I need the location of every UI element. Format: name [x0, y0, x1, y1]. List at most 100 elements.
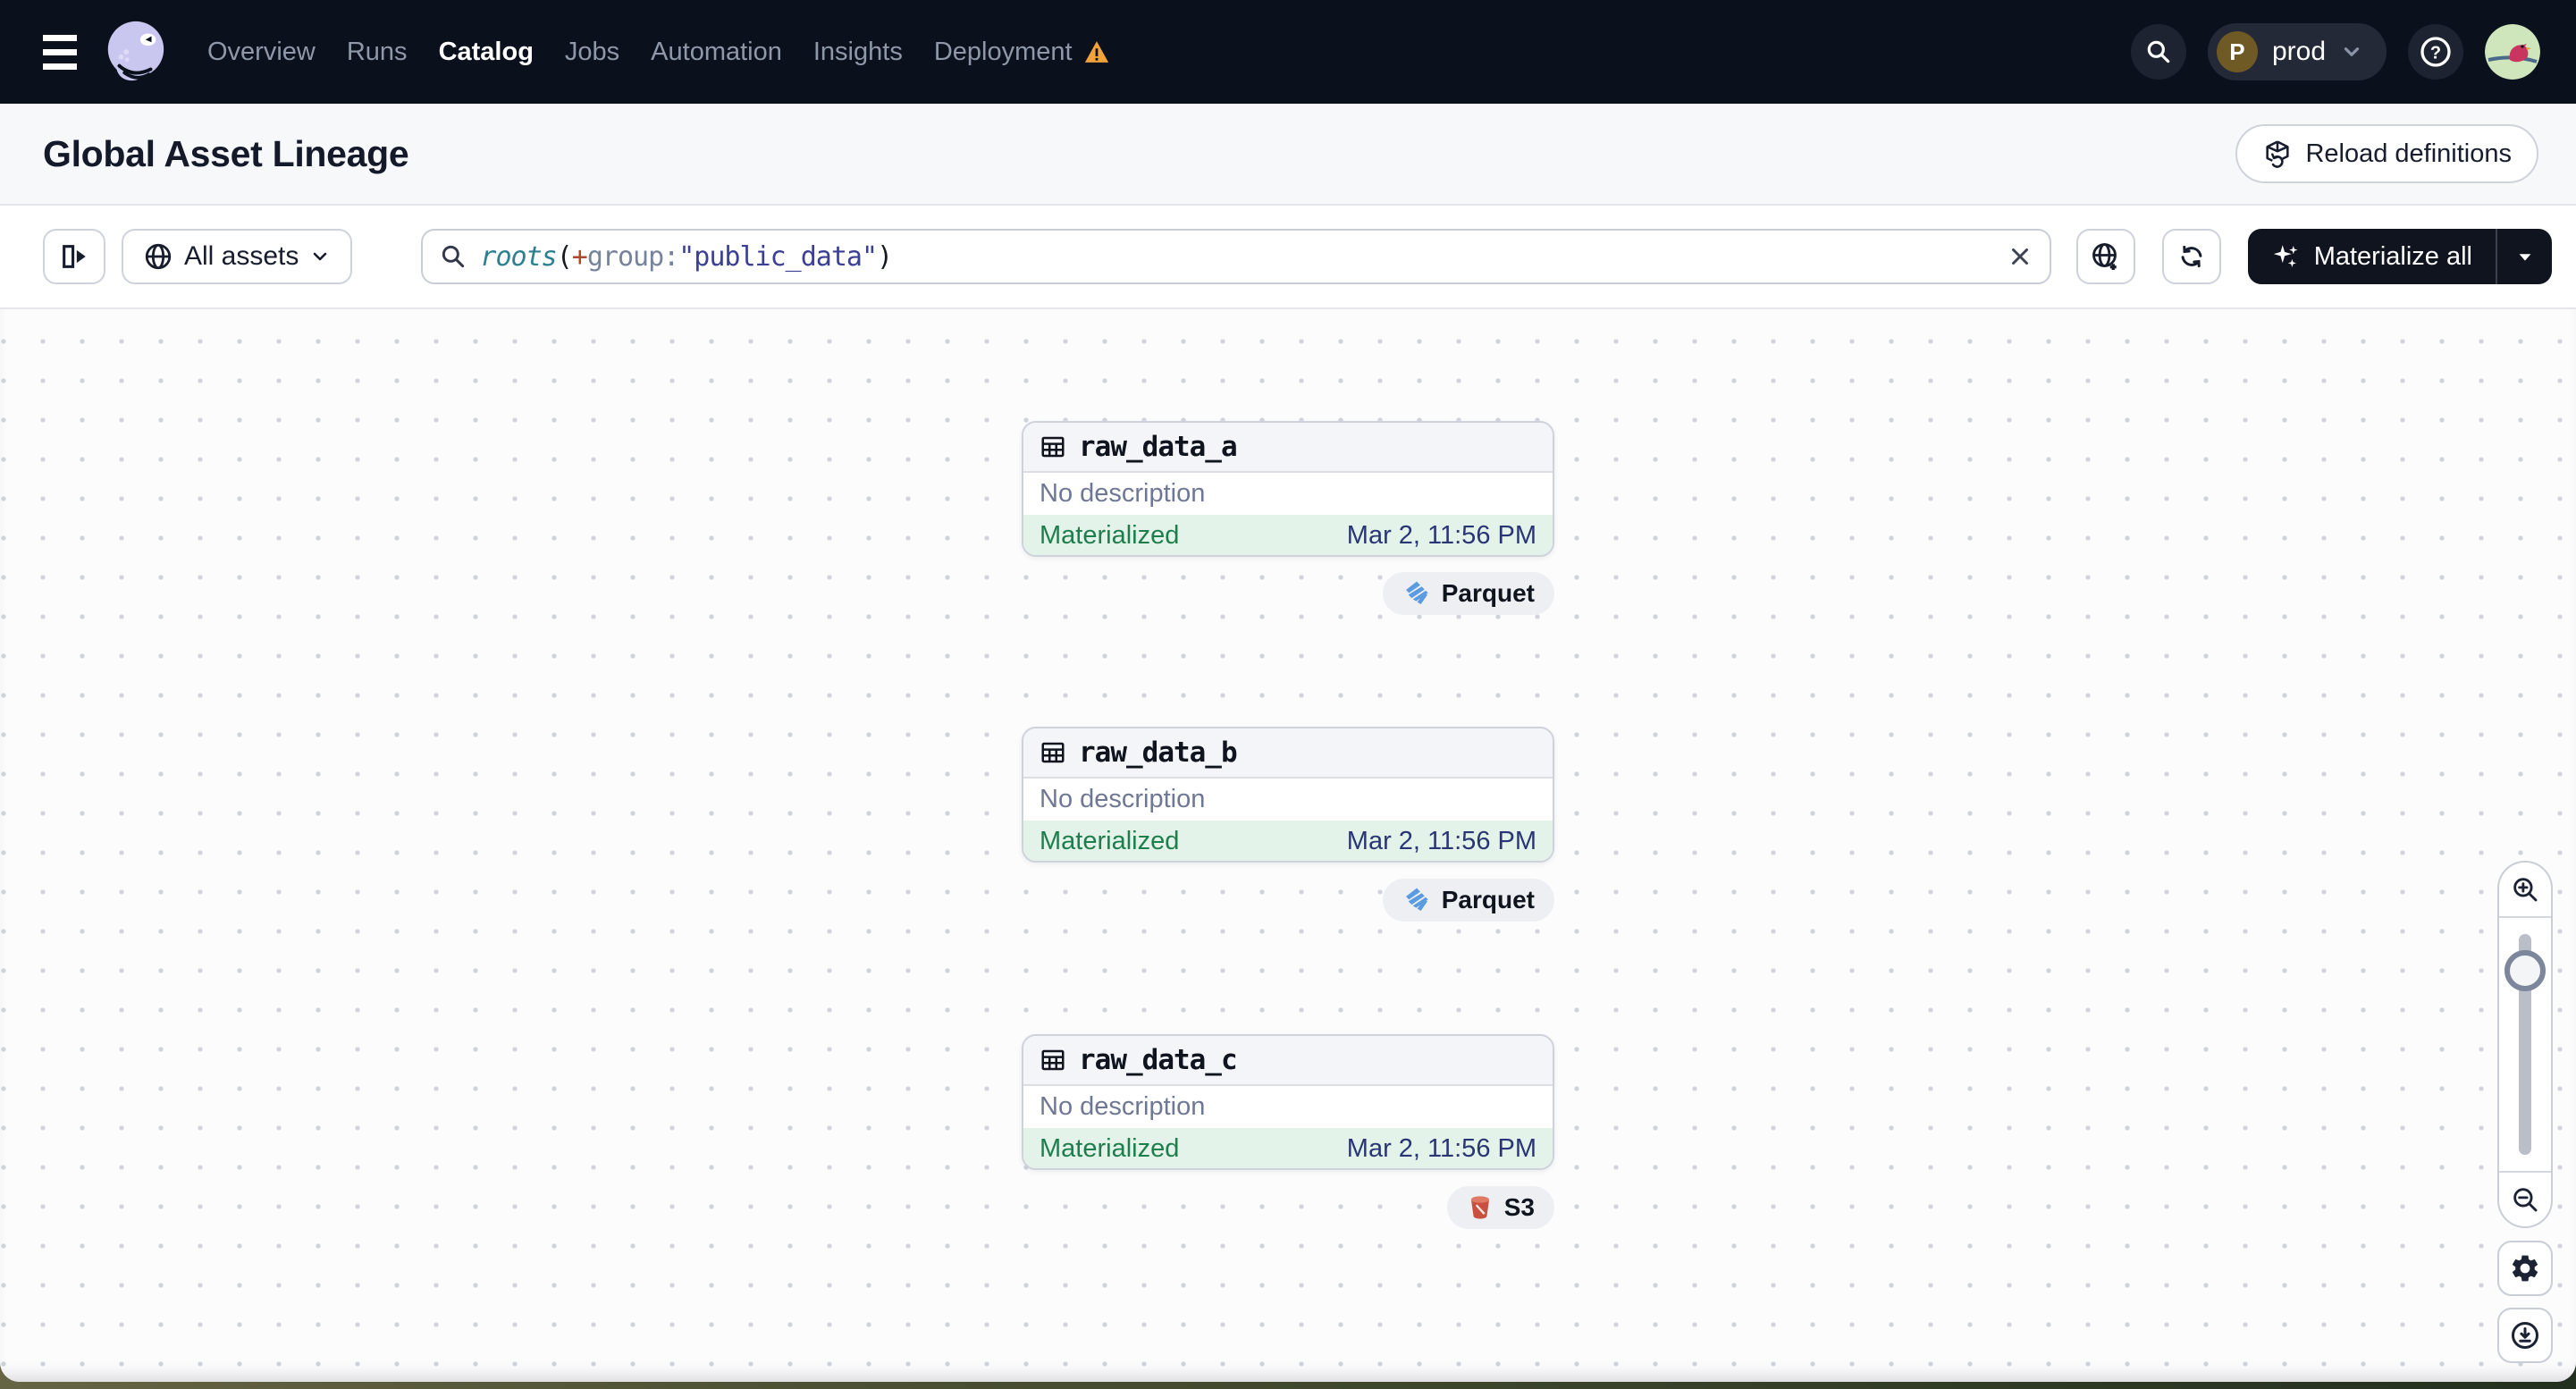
open-panel-icon: [63, 245, 86, 268]
nav-item-runs[interactable]: Runs: [347, 38, 408, 67]
reload-definitions-button[interactable]: Reload definitions: [2235, 124, 2538, 183]
materialize-all-label: Materialize all: [2313, 241, 2472, 271]
asset-filter-label: All assets: [184, 241, 299, 271]
asset-status: Materialized: [1040, 521, 1180, 550]
zoom-in-button[interactable]: [2499, 863, 2551, 916]
svg-text:?: ?: [2430, 44, 2441, 63]
app-window: Overview Runs Catalog Jobs Automation Insight…: [0, 0, 2576, 1382]
nav-item-overview[interactable]: Overview: [207, 38, 316, 67]
nav-item-catalog[interactable]: Catalog: [439, 38, 534, 67]
user-avatar[interactable]: [2485, 24, 2540, 80]
asset-description: No description: [1040, 479, 1206, 508]
query-token: roots: [480, 240, 557, 273]
top-navbar: Overview Runs Catalog Jobs Automation Insight…: [0, 0, 2576, 104]
nav-item-label: Jobs: [564, 37, 620, 66]
deployment-initial: P: [2216, 31, 2258, 72]
kind-badge-s3[interactable]: S3: [1446, 1186, 1554, 1229]
zoom-slider: [2499, 918, 2551, 1171]
kind-badge-parquet[interactable]: Parquet: [1382, 572, 1554, 615]
parquet-icon: [1405, 581, 1428, 604]
refresh-icon: [2181, 245, 2202, 268]
asset-filter-dropdown[interactable]: All assets: [122, 229, 353, 284]
chevron-down-icon: [2344, 47, 2360, 56]
asset-node-header: raw_data_c: [1023, 1036, 1553, 1086]
asset-status: Materialized: [1040, 827, 1180, 855]
zoom-in-icon: [2513, 878, 2538, 902]
nav-item-automation[interactable]: Automation: [651, 38, 782, 67]
parquet-icon: [1405, 888, 1428, 911]
table-icon: [1041, 742, 1065, 763]
asset-timestamp: Mar 2, 11:56 PM: [1346, 1134, 1536, 1163]
query-token: ): [877, 240, 893, 273]
view-scope-button[interactable]: [2075, 229, 2135, 284]
nav-items: Overview Runs Catalog Jobs Automation Insight…: [207, 38, 1110, 67]
nav-item-insights[interactable]: Insights: [813, 38, 903, 67]
asset-name: raw_data_a: [1079, 431, 1238, 463]
nav-item-jobs[interactable]: Jobs: [565, 38, 619, 67]
query-token: "public_data": [678, 240, 878, 273]
kind-badge-label: Parquet: [1441, 579, 1535, 607]
asset-timestamp: Mar 2, 11:56 PM: [1346, 827, 1536, 855]
asset-description: No description: [1040, 1092, 1206, 1121]
asset-status-row: Materialized Mar 2, 11:56 PM: [1023, 1128, 1553, 1168]
materialize-all-button[interactable]: Materialize all: [2248, 229, 2496, 284]
materialize-options-button[interactable]: [2496, 229, 2552, 284]
nav-item-label: Automation: [651, 37, 782, 66]
asset-node-raw_data_b[interactable]: raw_data_b No description Materialized Mar …: [1022, 727, 1554, 863]
nav-item-label: Insights: [812, 37, 903, 66]
zoom-out-icon: [2513, 1188, 2538, 1212]
graph-settings-button[interactable]: [2497, 1241, 2553, 1296]
table-icon: [1041, 1049, 1065, 1071]
refresh-button[interactable]: [2161, 229, 2221, 284]
asset-selection-input[interactable]: roots(+group:"public_data"): [421, 229, 2051, 284]
nav-item-label: Catalog: [438, 37, 534, 66]
menu-icon[interactable]: [27, 22, 86, 81]
asset-name: raw_data_c: [1079, 1044, 1238, 1076]
zoom-slider-thumb[interactable]: [2504, 950, 2546, 991]
asset-timestamp: Mar 2, 11:56 PM: [1346, 521, 1536, 550]
open-sidebar-button[interactable]: [43, 229, 105, 284]
deployment-name: prod: [2271, 37, 2326, 66]
download-icon: [2512, 1322, 2538, 1349]
page-title: Global Asset Lineage: [43, 132, 409, 174]
page-header: Global Asset Lineage Reload definitions: [0, 104, 2576, 206]
dagster-logo-icon[interactable]: [100, 17, 170, 87]
nav-item-label: Deployment: [933, 37, 1073, 66]
gear-icon: [2512, 1255, 2538, 1282]
asset-status-row: Materialized Mar 2, 11:56 PM: [1023, 515, 1553, 555]
asset-status: Materialized: [1040, 1134, 1180, 1163]
lineage-canvas[interactable]: raw_data_a No description Materialized Mar …: [0, 309, 2576, 1382]
asset-selection-query: roots(+group:"public_data"): [480, 240, 893, 273]
globe-plus-icon: [2092, 243, 2117, 270]
kind-badge-label: S3: [1503, 1193, 1535, 1221]
query-token: +: [571, 240, 588, 273]
caret-down-icon: [2519, 254, 2530, 261]
asset-node-header: raw_data_a: [1023, 423, 1553, 473]
nav-item-label: Runs: [346, 37, 408, 66]
nav-item-deployment[interactable]: Deployment: [934, 38, 1110, 67]
globe-icon: [145, 243, 172, 270]
help-icon[interactable]: ?: [2408, 24, 2463, 80]
warning-icon: [1084, 41, 1108, 63]
asset-node-header: raw_data_b: [1023, 728, 1553, 779]
download-graph-button[interactable]: [2497, 1308, 2553, 1363]
chevron-down-icon: [314, 252, 327, 261]
query-token: group:: [586, 240, 679, 273]
asset-node-raw_data_c[interactable]: raw_data_c No description Materialized Mar …: [1022, 1034, 1554, 1170]
asset-name: raw_data_b: [1079, 737, 1238, 769]
sparkles-icon: [2273, 245, 2298, 267]
kind-badge-label: Parquet: [1441, 886, 1535, 913]
table-icon: [1041, 436, 1065, 458]
reload-cube-icon: [2266, 140, 2290, 168]
deployment-switcher[interactable]: P prod: [2207, 23, 2387, 80]
asset-status-row: Materialized Mar 2, 11:56 PM: [1023, 821, 1553, 861]
zoom-out-button[interactable]: [2499, 1173, 2551, 1226]
zoom-controls: [2497, 861, 2553, 1228]
kind-badge-parquet[interactable]: Parquet: [1382, 879, 1554, 922]
asset-node-raw_data_a[interactable]: raw_data_a No description Materialized Mar …: [1022, 421, 1554, 557]
search-icon[interactable]: [2130, 24, 2186, 80]
query-token: (: [556, 240, 573, 273]
clear-search-icon[interactable]: [2007, 243, 2033, 270]
lineage-toolbar: All assets roots(+group:"public_data") M…: [0, 206, 2576, 309]
asset-description: No description: [1040, 785, 1206, 813]
